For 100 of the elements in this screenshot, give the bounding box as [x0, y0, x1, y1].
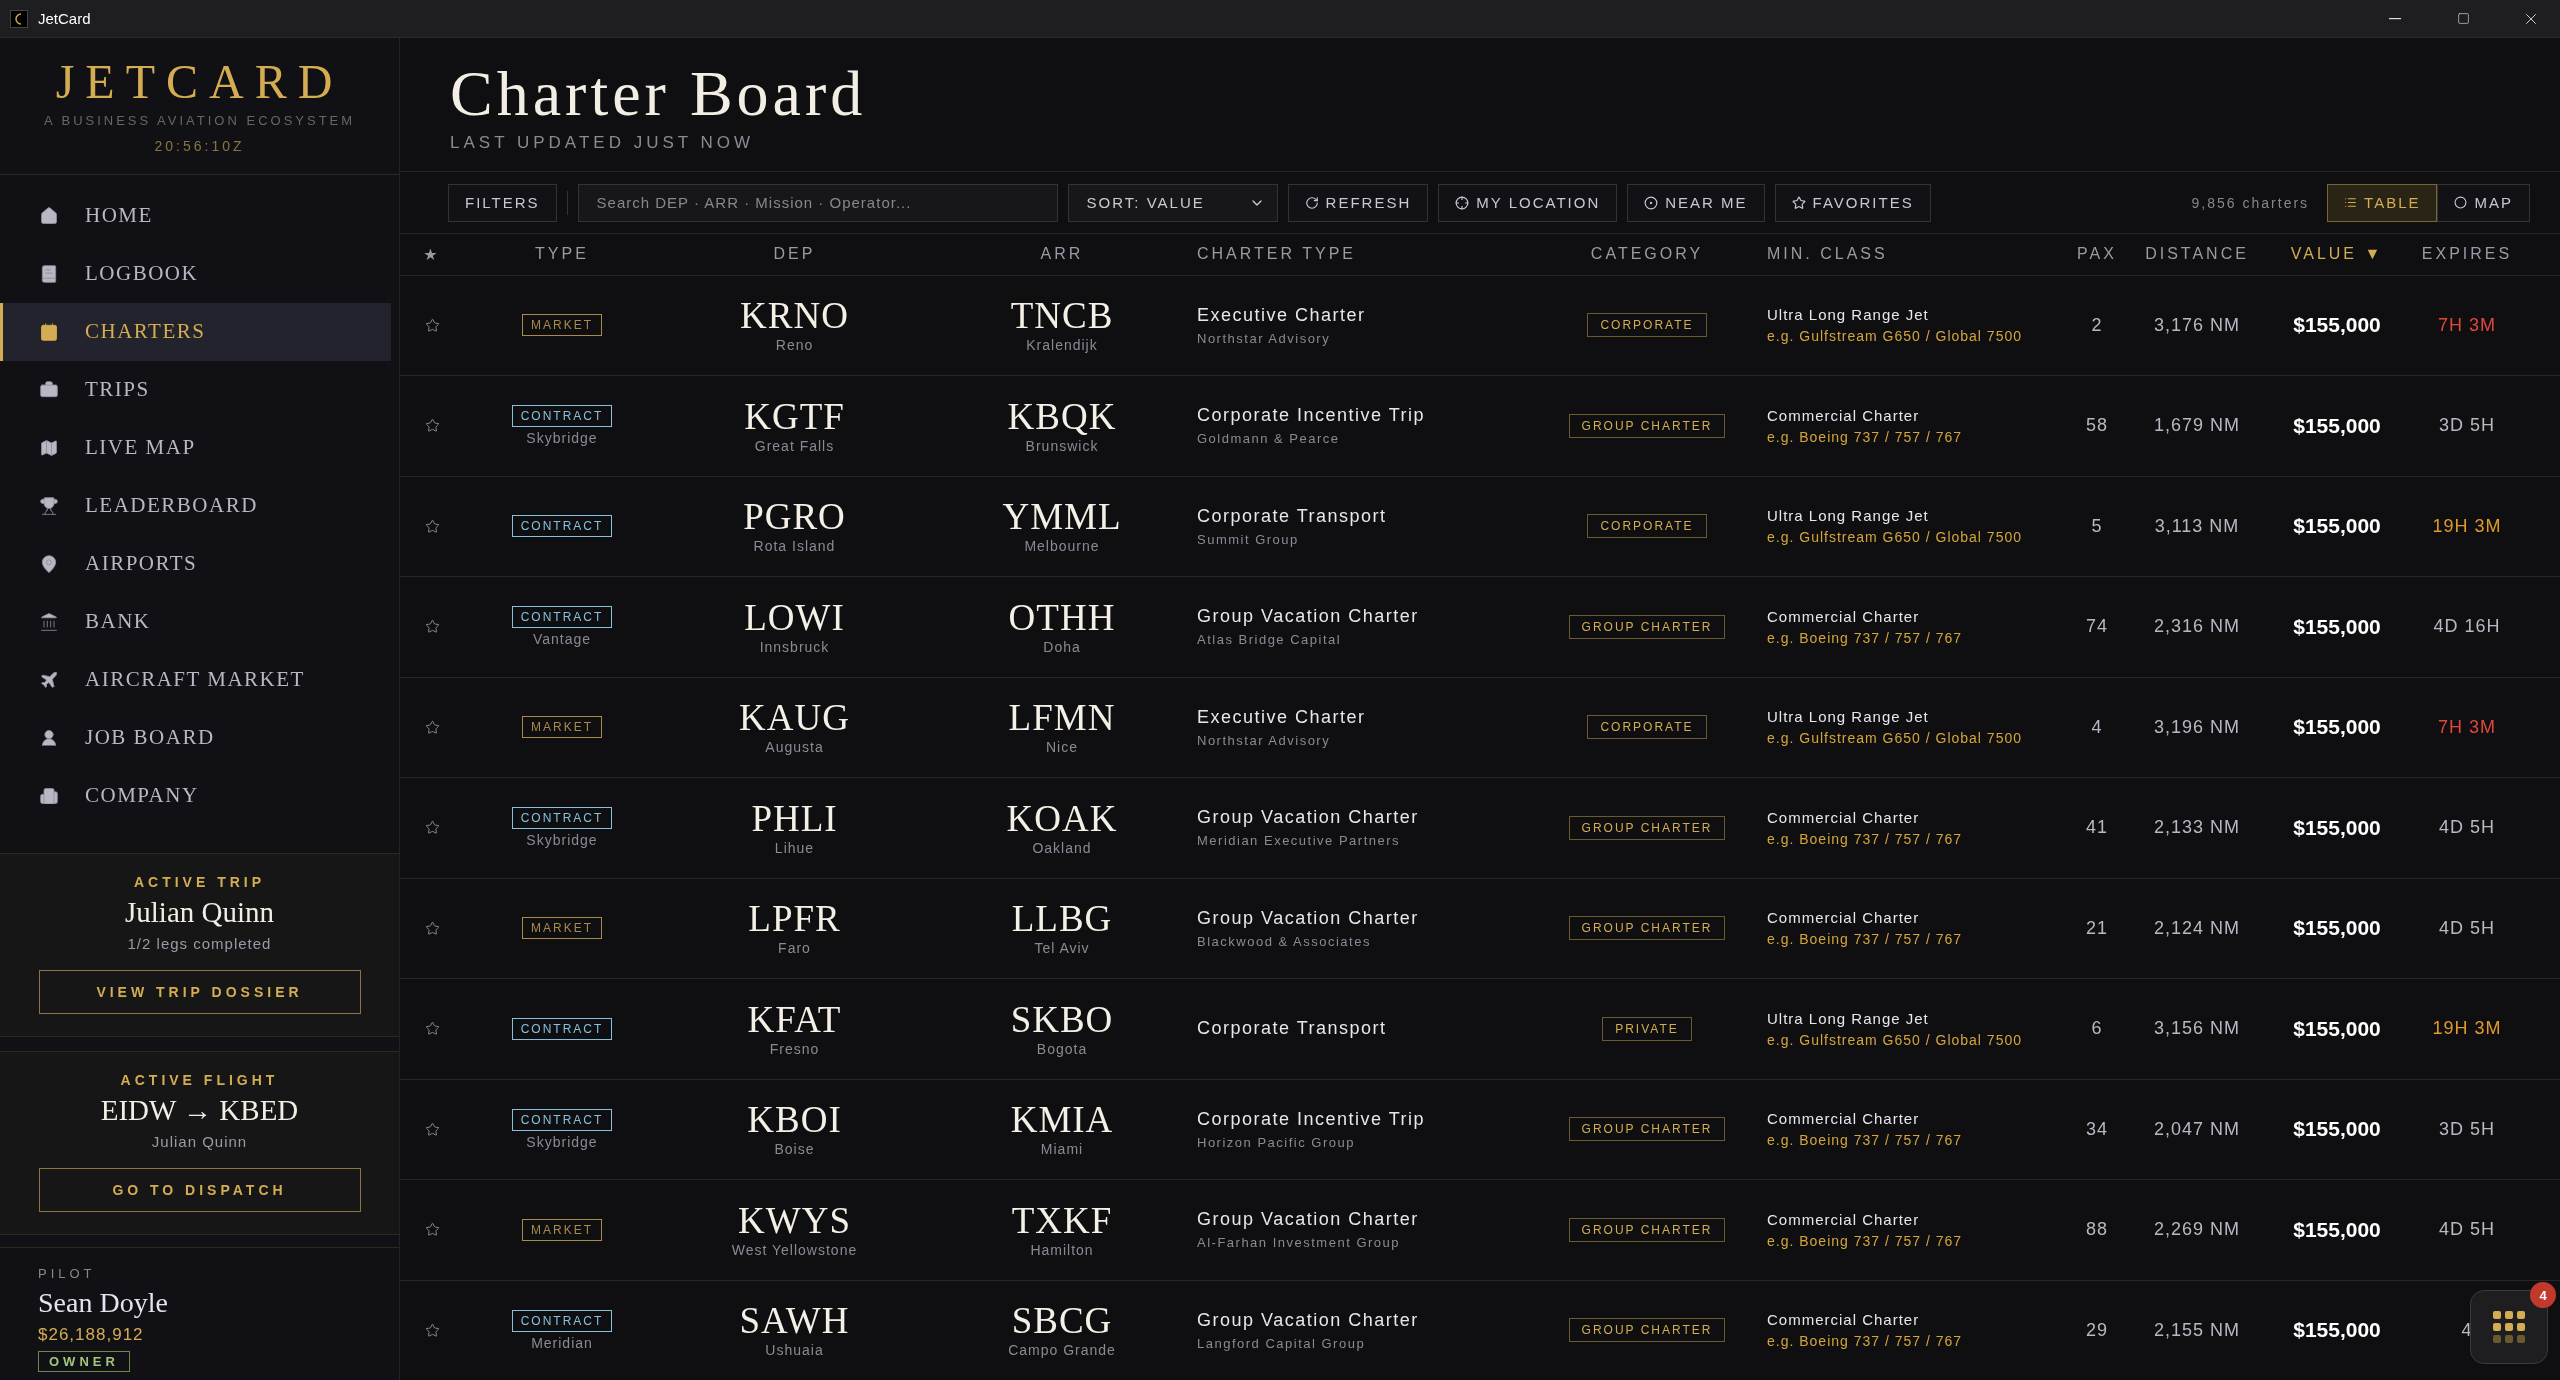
distance: 1,679 NM [2153, 415, 2240, 437]
charter-value: $155,000 [2293, 313, 2381, 338]
pilot-label: PILOT [38, 1265, 96, 1281]
column-header: VALUE ▼ [2290, 245, 2384, 264]
client-name: Northstar Advisory [1197, 330, 1331, 346]
aircraft-class: Ultra Long Range Jet [1767, 708, 1929, 726]
airport-code: KAUG [739, 699, 850, 737]
nav-item[interactable]: CHARTERS [0, 302, 391, 361]
column-header: ★ [423, 244, 441, 264]
target-icon [1644, 195, 1659, 210]
favorite-button[interactable] [424, 1021, 440, 1037]
charter-value: $155,000 [2293, 815, 2381, 840]
pax-count: 2 [2091, 314, 2103, 336]
airport-code: KOAK [1006, 799, 1118, 837]
favorite-button[interactable] [424, 619, 440, 635]
city-name: Tel Aviv [1034, 940, 1090, 957]
filters-button[interactable]: FILTERS [448, 183, 557, 222]
favorite-button[interactable] [424, 1121, 440, 1137]
pax-count: 74 [2086, 616, 2108, 638]
expiry-time: 3D 5H [2439, 415, 2495, 437]
expiry-time: 4D 5H [2439, 1219, 2495, 1241]
aircraft-class: Commercial Charter [1767, 909, 1920, 927]
city-name: Innsbruck [759, 638, 830, 655]
expiry-time: 7H 3M [2438, 314, 2496, 336]
column-header: TYPE [535, 245, 589, 264]
category-tag: GROUP CHARTER [1568, 916, 1726, 941]
nav-item[interactable]: BANK [0, 592, 391, 651]
pax-count: 58 [2086, 415, 2108, 437]
card-button[interactable]: VIEW TRIP DOSSIER [38, 969, 361, 1014]
client-name: Meridian Executive Partners [1197, 833, 1401, 849]
sort-dropdown[interactable]: SORT: VALUE [1067, 183, 1278, 222]
type-tag: CONTRACT [511, 515, 613, 538]
nav-item[interactable]: JOB BOARD [0, 708, 391, 767]
aircraft-class: Ultra Long Range Jet [1767, 507, 1929, 525]
city-name: Bogota [1036, 1040, 1088, 1057]
aircraft-examples: e.g. Gulfstream G650 / Global 7500 [1767, 529, 2022, 546]
operator-name: Skybridge [526, 430, 598, 447]
charter-value: $155,000 [2293, 715, 2381, 740]
nav-item[interactable]: AIRCRAFT MARKET [0, 650, 391, 709]
favorite-button[interactable] [424, 820, 440, 836]
operator-name: Skybridge [526, 1133, 598, 1150]
building-icon [39, 785, 59, 806]
favorite-button[interactable] [424, 1322, 440, 1338]
aircraft-examples: e.g. Boeing 737 / 757 / 767 [1767, 1232, 1963, 1249]
type-tag: MARKET [522, 314, 602, 337]
nav-item[interactable]: LIVE MAP [0, 418, 391, 477]
type-tag: CONTRACT [511, 807, 613, 830]
toolbar-button[interactable]: NEAR ME [1627, 183, 1765, 222]
nav-item[interactable]: HOME [0, 186, 391, 245]
category-tag: CORPORATE [1587, 313, 1707, 338]
view-tab[interactable]: TABLE [2327, 183, 2438, 222]
circle-icon [2454, 196, 2468, 210]
card-detail: 1/2 legs completed [127, 934, 272, 952]
city-name: Ushuaia [765, 1342, 824, 1359]
nav-item[interactable]: AIRPORTS [0, 534, 391, 593]
expiry-time: 4D 5H [2439, 917, 2495, 939]
client-name: Horizon Pacific Group [1197, 1134, 1355, 1150]
favorite-button[interactable] [424, 317, 440, 333]
aircraft-examples: e.g. Boeing 737 / 757 / 767 [1767, 931, 1963, 948]
favorite-button[interactable] [424, 418, 440, 434]
search-field[interactable]: Search DEP · ARR · Mission · Operator... [577, 183, 1058, 222]
aircraft-examples: e.g. Boeing 737 / 757 / 767 [1767, 830, 1963, 847]
aircraft-examples: e.g. Boeing 737 / 757 / 767 [1767, 1132, 1963, 1149]
nav-item[interactable]: COMPANY [0, 766, 391, 825]
aircraft-examples: e.g. Boeing 737 / 757 / 767 [1767, 428, 1963, 445]
launcher-button[interactable] [2470, 1290, 2548, 1364]
airport-code: KMIA [1010, 1101, 1114, 1139]
column-header: CATEGORY [1590, 245, 1704, 264]
toolbar-button[interactable]: FAVORITES [1774, 183, 1931, 222]
column-header: DISTANCE [2145, 245, 2249, 264]
toolbar-button[interactable]: MY LOCATION [1438, 183, 1618, 222]
expiry-time: 4 [2461, 1319, 2473, 1341]
favorite-button[interactable] [424, 719, 440, 735]
card-button[interactable]: GO TO DISPATCH [38, 1167, 361, 1212]
toolbar-button[interactable]: REFRESH [1287, 183, 1429, 222]
airport-code: SBCG [1011, 1302, 1113, 1340]
notification-badge: 4 [2530, 1282, 2556, 1308]
favorite-button[interactable] [424, 920, 440, 936]
view-tab[interactable]: MAP [2437, 183, 2530, 222]
crosshair-icon [1455, 195, 1470, 210]
card-detail: Julian Quinn [151, 1132, 248, 1150]
distance: 2,124 NM [2153, 917, 2240, 939]
bank-icon [39, 611, 59, 632]
aircraft-examples: e.g. Gulfstream G650 / Global 7500 [1767, 1031, 2022, 1048]
airport-code: KFAT [747, 1000, 842, 1038]
nav-item[interactable]: LEADERBOARD [0, 476, 391, 535]
city-name: Brunswick [1025, 437, 1099, 454]
favorite-button[interactable] [424, 1222, 440, 1238]
city-name: Miami [1040, 1141, 1084, 1158]
airport-code: SKBO [1010, 1000, 1114, 1038]
charter-value: $155,000 [2293, 614, 2381, 639]
airport-code: OTHH [1008, 598, 1116, 636]
category-tag: GROUP CHARTER [1568, 1318, 1726, 1343]
aircraft-examples: e.g. Boeing 737 / 757 / 767 [1767, 629, 1963, 646]
pax-count: 21 [2086, 917, 2108, 939]
nav-item[interactable]: TRIPS [0, 360, 391, 419]
nav-item[interactable]: LOGBOOK [0, 244, 391, 303]
pax-count: 34 [2086, 1118, 2108, 1140]
favorite-button[interactable] [424, 518, 440, 534]
role-tag: OWNER [38, 1350, 130, 1372]
